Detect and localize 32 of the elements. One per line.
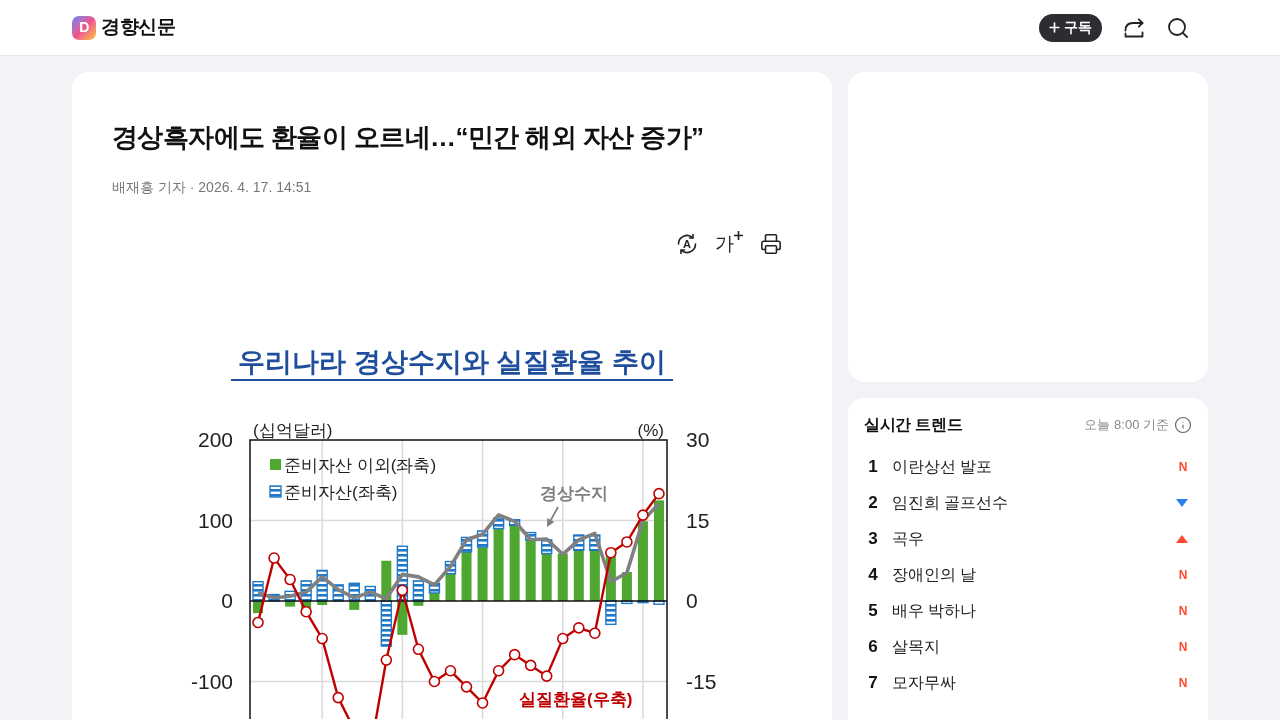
trend-title: 실시간 트렌드 [864, 415, 963, 435]
rank-number: 3 [867, 528, 879, 551]
tick-label: 100 [197, 508, 233, 532]
tick-label: -100 [190, 669, 233, 693]
tick-label: 15 [686, 508, 710, 532]
new-indicator: N [1178, 641, 1188, 653]
rank-number: 5 [867, 600, 879, 623]
legend-label: 준비자산(좌축) [284, 483, 398, 502]
rank-number: 4 [867, 564, 879, 587]
tick-label: 0 [221, 589, 233, 612]
tick-label: 0 [686, 589, 698, 612]
new-indicator: N [1178, 677, 1188, 689]
rank-number: 2 [867, 492, 879, 515]
chart-title: 우리나라 경상수지와 실질환율 추이 [238, 347, 666, 377]
legend-label: 준비자산 이외(좌축) [284, 456, 437, 475]
rank-number: 1 [867, 456, 879, 479]
rank-number: 7 [867, 672, 879, 695]
line-label: 실질환율(우축) [519, 690, 633, 709]
article-title: 경상흑자에도 환율이 오르네…“민간 해외 자산 증가” [112, 121, 705, 154]
tick-label: 30 [686, 428, 710, 451]
article-byline: 배재흥 기자 · 2026. 4. 17. 14:51 [112, 178, 313, 197]
new-indicator: N [1178, 461, 1188, 473]
tick-label: 200 [197, 428, 233, 451]
new-indicator: N [1178, 605, 1188, 617]
new-indicator: N [1178, 569, 1188, 581]
axis-unit-label: (%) [637, 421, 664, 440]
logo-mark: D [72, 15, 96, 40]
update-time: 오늘 8:00 기준 [1084, 416, 1169, 435]
axis-unit-label: (십억달러) [253, 421, 333, 440]
tick-label: -15 [686, 669, 717, 693]
rank-number: 6 [867, 636, 879, 659]
line-label: 경상수지 [540, 484, 608, 503]
